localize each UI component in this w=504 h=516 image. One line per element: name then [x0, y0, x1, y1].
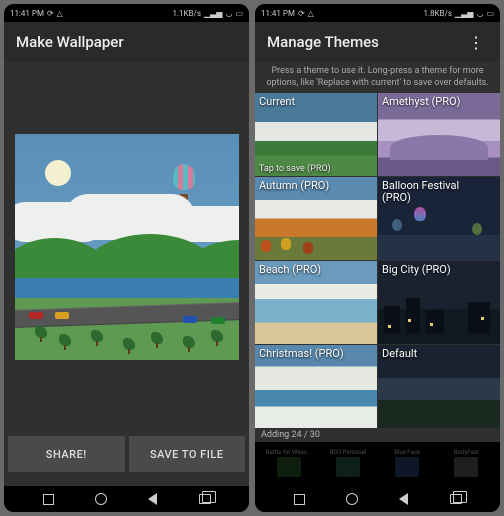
wifi-icon: ◡ [476, 9, 483, 18]
battery-icon: ▭ [486, 9, 494, 18]
theme-label: Amethyst (PRO) [382, 96, 460, 108]
battery-icon: ▭ [235, 9, 243, 18]
theme-tile-beach[interactable]: Beach (PRO) [255, 261, 377, 344]
adding-progress: Adding 24 / 30 [255, 428, 500, 442]
theme-label: Christmas! (PRO) [259, 348, 344, 360]
save-to-file-button[interactable]: SAVE TO FILE [129, 436, 246, 472]
phone-left: 11:41 PM ⟳ △ 1.1KB/s ▁▃▅ ◡ ▭ Make Wallpa… [4, 4, 249, 512]
theme-sublabel: Tap to save (PRO) [259, 164, 331, 174]
theme-label: Beach (PRO) [259, 264, 321, 276]
instructions-text: Press a theme to use it. Long-press a th… [255, 62, 500, 93]
warning-icon: △ [57, 9, 63, 18]
nav-bar [4, 486, 249, 512]
nav-home[interactable] [345, 492, 359, 506]
share-button[interactable]: SHARE! [8, 436, 125, 472]
nav-switch[interactable] [198, 492, 212, 506]
theme-label: Balloon Festival (PRO) [382, 180, 472, 204]
theme-label: Autumn (PRO) [259, 180, 329, 192]
wifi-icon: ◡ [225, 9, 232, 18]
recent-app[interactable]: BodyFast [451, 449, 481, 479]
nav-recents[interactable] [293, 492, 307, 506]
signal-icon: ▁▃▅ [204, 9, 222, 18]
theme-tile-big-city[interactable]: Big City (PRO) [378, 261, 500, 344]
nav-bar [255, 486, 500, 512]
status-speed: 1.8KB/s [423, 9, 452, 18]
signal-icon: ▁▃▅ [455, 9, 473, 18]
phone-right: 11:41 PM ⟳ △ 1.8KB/s ▁▃▅ ◡ ▭ Manage Them… [255, 4, 500, 512]
theme-tile-autumn[interactable]: Autumn (PRO) [255, 177, 377, 260]
recent-app[interactable]: BDO Personal [333, 449, 363, 479]
theme-label: Current [259, 96, 295, 108]
theme-label: Default [382, 348, 417, 360]
status-bar: 11:41 PM ⟳ △ 1.1KB/s ▁▃▅ ◡ ▭ [4, 4, 249, 22]
theme-tile-current[interactable]: Current Tap to save (PRO) [255, 93, 377, 176]
app-bar: Make Wallpaper [4, 22, 249, 62]
sync-icon: ⟳ [47, 9, 54, 18]
status-bar: 11:41 PM ⟳ △ 1.8KB/s ▁▃▅ ◡ ▭ [255, 4, 500, 22]
page-title: Make Wallpaper [16, 33, 124, 51]
theme-label: Big City (PRO) [382, 264, 451, 276]
theme-tile-christmas[interactable]: Christmas! (PRO) [255, 345, 377, 428]
sync-icon: ⟳ [298, 9, 305, 18]
page-title: Manage Themes [267, 33, 379, 51]
theme-tile-balloon-festival[interactable]: Balloon Festival (PRO) [378, 177, 500, 260]
theme-tile-default[interactable]: Default [378, 345, 500, 428]
nav-recents[interactable] [42, 492, 56, 506]
status-time: 11:41 PM [261, 9, 295, 18]
app-bar: Manage Themes ⋮ [255, 22, 500, 62]
theme-tile-amethyst[interactable]: Amethyst (PRO) [378, 93, 500, 176]
status-speed: 1.1KB/s [172, 9, 201, 18]
nav-back[interactable] [146, 492, 160, 506]
recent-app[interactable]: Blue Face [392, 449, 422, 479]
warning-icon: △ [308, 9, 314, 18]
overflow-menu-icon[interactable]: ⋮ [464, 33, 488, 52]
nav-home[interactable] [94, 492, 108, 506]
recent-app[interactable]: Battle for Wesn... [274, 449, 304, 479]
wallpaper-preview[interactable] [15, 134, 239, 360]
nav-switch[interactable] [449, 492, 463, 506]
nav-back[interactable] [397, 492, 411, 506]
sun-icon [45, 160, 71, 186]
status-time: 11:41 PM [10, 9, 44, 18]
theme-grid: Current Tap to save (PRO) Amethyst (PRO)… [255, 93, 500, 428]
recents-row: Battle for Wesn... BDO Personal Blue Fac… [255, 442, 500, 486]
